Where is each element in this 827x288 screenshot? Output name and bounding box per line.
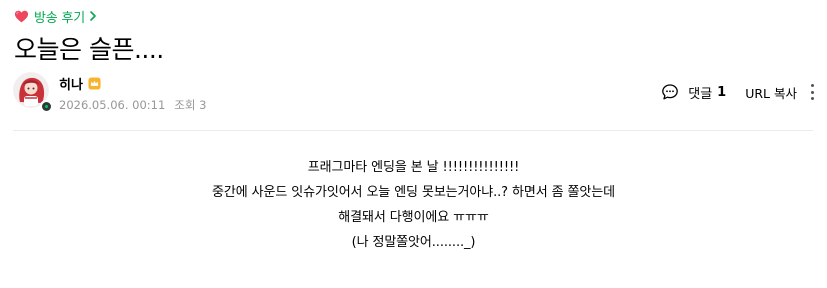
post-actions: 댓글 1 URL 복사 (661, 82, 817, 102)
board-link[interactable]: 방송 후기 (14, 7, 97, 26)
post-date: 2026.05.06. 00:11 (59, 98, 166, 112)
crown-icon (88, 76, 101, 90)
copy-url-button[interactable]: URL 복사 (745, 83, 797, 102)
online-status-icon (40, 100, 52, 112)
comment-button[interactable]: 댓글 1 (661, 83, 726, 102)
avatar-button[interactable] (13, 72, 52, 112)
heart-icon (14, 10, 29, 22)
more-options-icon[interactable] (809, 84, 817, 100)
chevron-right-icon (90, 11, 96, 21)
content-line: 프래그마타 엔딩을 본 날 !!!!!!!!!!!!!!! (307, 160, 520, 175)
comment-icon (662, 84, 679, 100)
author-profile: 히나 2026.05.06. 00:11 조회 3 (13, 72, 206, 113)
view-count: 조회 3 (174, 98, 207, 112)
content-line: 해결돼서 다행이에요 ㅠㅠㅠ (338, 210, 489, 225)
content-line: 중간에 사운드 잇슈가잇어서 오늘 엔딩 못보는거아냐..? 하면서 좀 쫄앗는… (212, 185, 615, 200)
author-nickname[interactable]: 히나 (59, 74, 83, 93)
comment-count: 1 (717, 84, 727, 100)
comment-label: 댓글 (688, 86, 713, 102)
post-title: 오늘은 슬픈.... (14, 35, 164, 64)
content-line: (나 정말쫄앗어........_) (351, 235, 476, 250)
post-content: 프래그마타 엔딩을 본 날 !!!!!!!!!!!!!!! 중간에 사운드 잇슈… (0, 155, 827, 255)
divider (13, 130, 813, 131)
board-name[interactable]: 방송 후기 (34, 7, 85, 26)
